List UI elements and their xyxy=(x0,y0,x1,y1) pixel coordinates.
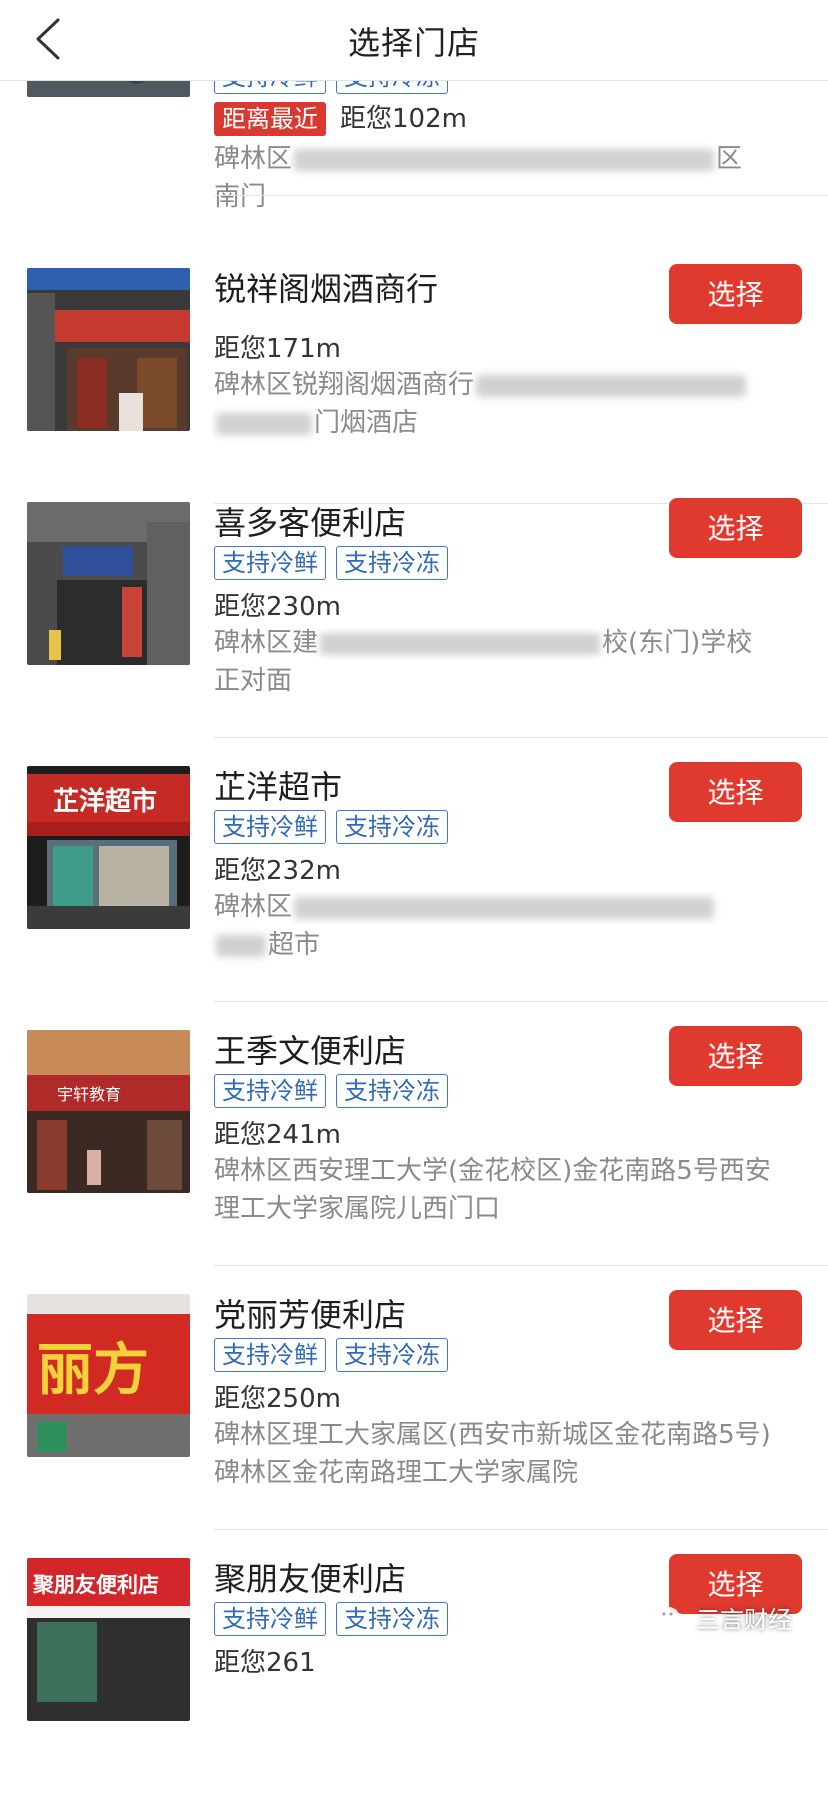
address-redacted xyxy=(294,896,715,919)
store-tags: 支持冷鲜 支持冷冻 xyxy=(214,546,448,580)
watermark: 三言财经 xyxy=(656,1600,792,1635)
tag-frozen: 支持冷冻 xyxy=(336,1074,448,1108)
address-text: 碑林区锐翔阁烟酒商行 xyxy=(214,370,475,400)
address-redacted xyxy=(320,632,601,655)
address-text: 碑林区 xyxy=(214,144,293,174)
store-address: 碑林区锐翔阁烟酒商行 门烟酒店 xyxy=(214,366,794,442)
store-distance: 距您230m xyxy=(214,592,341,622)
watermark-text: 三言财经 xyxy=(696,1606,792,1634)
select-button[interactable]: 选择 xyxy=(669,1026,802,1086)
store-name: 王季文便利店 xyxy=(214,1032,407,1070)
tag-fresh: 支持冷鲜 xyxy=(214,1338,326,1372)
store-tags: 支持冷鲜 支持冷冻 xyxy=(214,1602,448,1636)
store-name: 喜多客便利店 xyxy=(214,504,407,542)
page-title: 选择门店 xyxy=(347,24,480,62)
address-line2: 南门 xyxy=(214,182,267,212)
store-photo xyxy=(27,268,190,431)
nearest-badge: 距离最近 xyxy=(214,102,326,136)
store-photo: 宇轩教育 xyxy=(27,1030,190,1193)
address-text: 碑林区 xyxy=(214,892,293,922)
select-button[interactable]: 选择 xyxy=(669,762,802,822)
store-name: 芷洋超市 xyxy=(214,768,343,806)
tag-fresh: 支持冷鲜 xyxy=(214,1602,326,1636)
store-distance-row: 距离最近 距您102m xyxy=(214,98,467,136)
store-item[interactable]: 聚朋友便利店 聚朋友便利店 支持冷鲜 支持冷冻 距您261 选择 xyxy=(0,1530,828,1794)
tag-frozen: 支持冷冻 xyxy=(336,810,448,844)
store-item[interactable]: 宇轩教育 王季文便利店 支持冷鲜 支持冷冻 距您241m 碑林区西安理工大学(金… xyxy=(0,1002,828,1266)
sign-text: 宇轩教育 xyxy=(57,1085,121,1104)
address-text-end: 校(东门)学校 xyxy=(602,628,753,658)
store-photo: 丽方 xyxy=(27,1294,190,1457)
address-redacted xyxy=(294,148,715,171)
address-redacted xyxy=(216,934,266,957)
store-item[interactable]: 锐祥阁烟酒商行 距您171m 碑林区锐翔阁烟酒商行 门烟酒店 选择 xyxy=(0,240,828,504)
sign-text: 丽方 xyxy=(37,1338,149,1403)
store-tags: 支持冷鲜 支持冷冻 xyxy=(214,1338,448,1372)
store-address: 碑林区建 校(东门)学校 正对面 xyxy=(214,624,794,700)
store-tags: 支持冷鲜 支持冷冻 xyxy=(214,1074,448,1108)
store-name: 党丽芳便利店 xyxy=(214,1296,407,1334)
store-item[interactable]: 喜多客便利店 支持冷鲜 支持冷冻 距您230m 碑林区建 校(东门)学校 正对面 … xyxy=(0,474,828,738)
store-distance: 距您241m xyxy=(214,1120,341,1150)
store-distance: 距您232m xyxy=(214,856,341,886)
store-distance: 距您261 xyxy=(214,1648,316,1678)
store-address: 碑林区 区 南门 xyxy=(214,140,794,216)
tag-frozen: 支持冷冻 xyxy=(336,1602,448,1636)
select-button[interactable]: 选择 xyxy=(669,264,802,324)
store-distance: 距您171m xyxy=(214,334,341,364)
tag-fresh: 支持冷鲜 xyxy=(214,546,326,580)
sign-text: 聚朋友便利店 xyxy=(32,1573,159,1597)
store-distance: 距您250m xyxy=(214,1384,341,1414)
address-line2: 门烟酒店 xyxy=(314,408,419,438)
sign-text: 芷洋超市 xyxy=(53,786,157,817)
address-line2: 正对面 xyxy=(214,666,293,696)
address-redacted xyxy=(216,412,312,435)
store-tags: 支持冷鲜 支持冷冻 xyxy=(214,810,448,844)
store-name: 聚朋友便利店 xyxy=(214,1560,407,1598)
store-item[interactable]: 丽方 党丽芳便利店 支持冷鲜 支持冷冻 距您250m 碑林区理工大家属区(西安市… xyxy=(0,1266,828,1530)
wechat-icon xyxy=(657,1606,687,1629)
select-button[interactable]: 选择 xyxy=(669,1290,802,1350)
store-address: 碑林区 超市 xyxy=(214,888,794,964)
address-text: 碑林区建 xyxy=(214,628,319,658)
store-photo: 聚朋友便利店 xyxy=(27,1558,190,1721)
select-button[interactable]: 选择 xyxy=(669,498,802,558)
address-text-end: 区 xyxy=(716,144,743,174)
store-distance: 距您102m xyxy=(340,104,467,134)
store-photo: 芷洋超市 xyxy=(27,766,190,929)
tag-frozen: 支持冷冻 xyxy=(336,546,448,580)
tag-fresh: 支持冷鲜 xyxy=(214,810,326,844)
divider xyxy=(214,195,828,196)
address-line2: 超市 xyxy=(268,930,321,960)
tag-fresh: 支持冷鲜 xyxy=(214,1074,326,1108)
store-item[interactable]: 芷洋超市 芷洋超市 支持冷鲜 支持冷冻 距您232m 碑林区 超市 选择 xyxy=(0,738,828,1002)
address-redacted xyxy=(476,374,747,397)
nav-header: 选择门店 xyxy=(0,0,828,81)
store-name: 锐祥阁烟酒商行 xyxy=(214,270,439,308)
tag-frozen: 支持冷冻 xyxy=(336,1338,448,1372)
store-photo xyxy=(27,502,190,665)
store-address: 碑林区西安理工大学(金花校区)金花南路5号西安理工大学家属院儿西门口 xyxy=(214,1156,771,1224)
store-address: 碑林区理工大家属区(西安市新城区金花南路5号)碑林区金花南路理工大学家属院 xyxy=(214,1420,771,1488)
